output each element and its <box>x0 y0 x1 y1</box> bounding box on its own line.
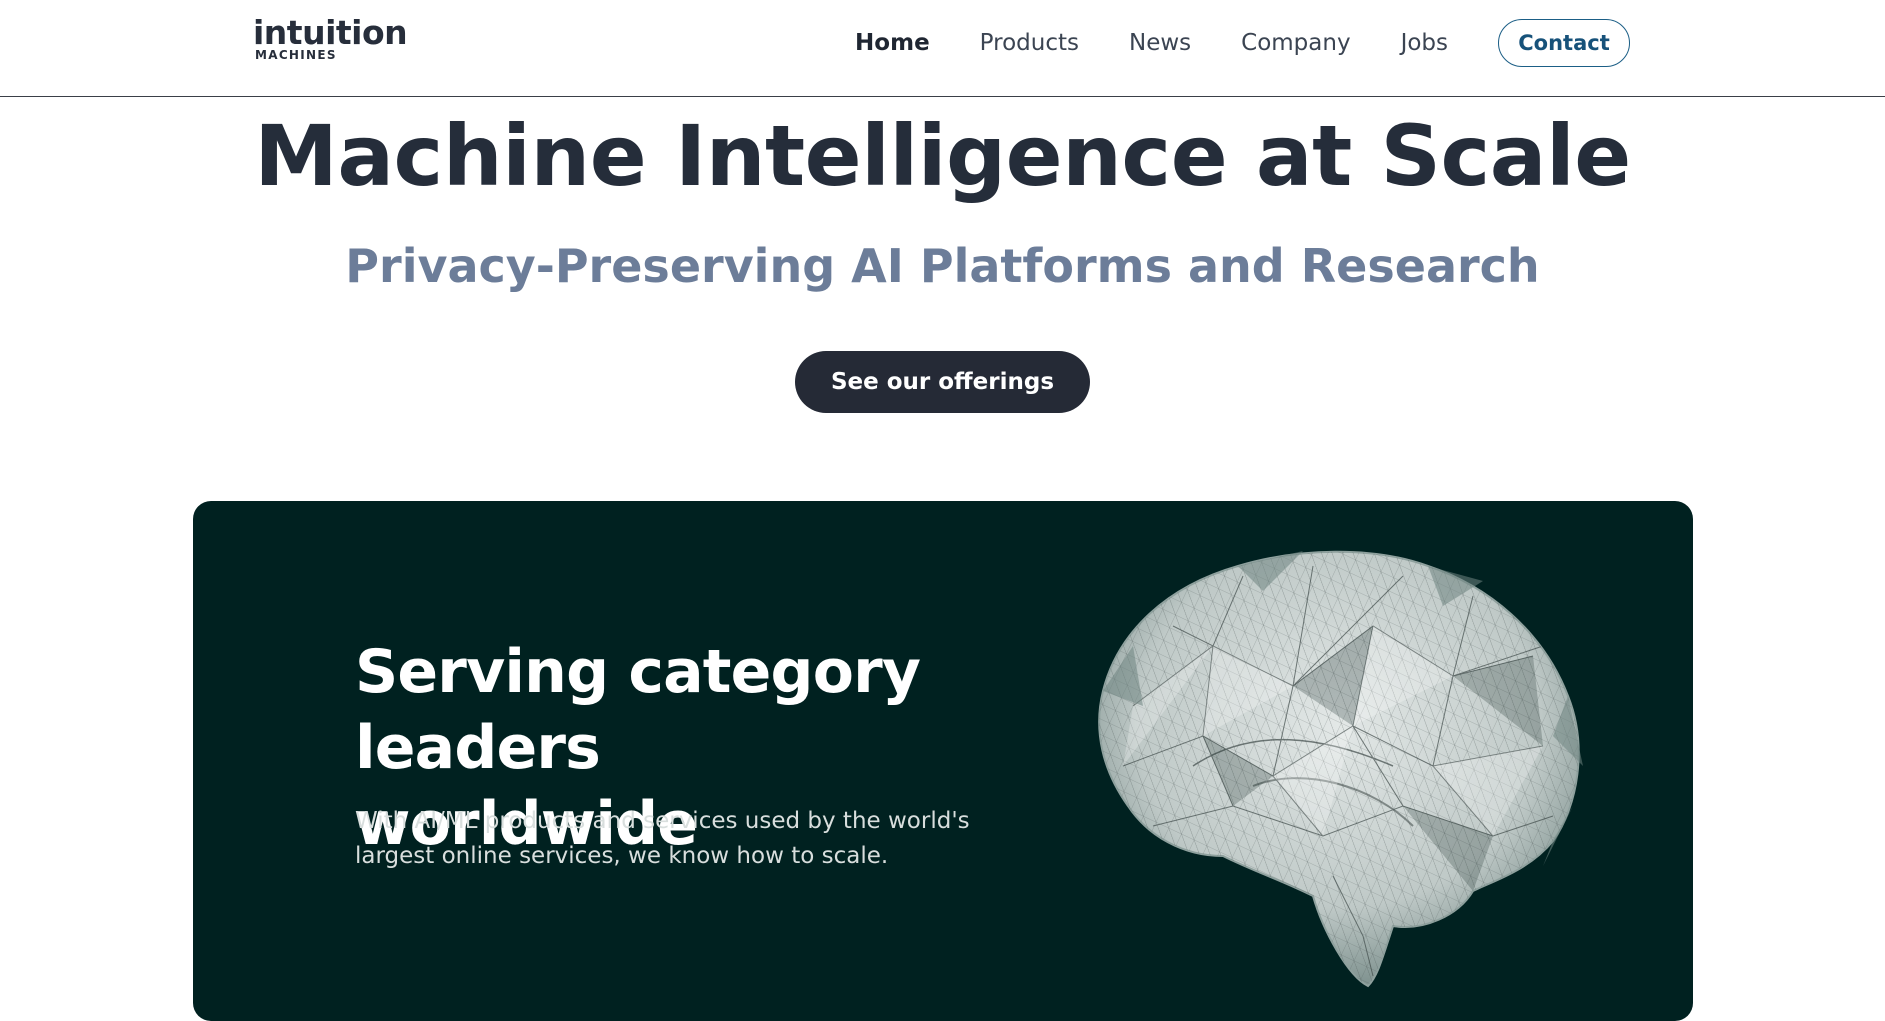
logo-wordmark: intuition <box>253 13 408 52</box>
intuition-machines-logo[interactable]: intuition MACHINES <box>253 13 408 62</box>
feature-description: With AI/ML products and services used by… <box>355 804 975 874</box>
top-navigation-bar: intuition MACHINES Home Products News Co… <box>0 0 1885 97</box>
wireframe-brain-image <box>1098 550 1583 988</box>
brain-shape <box>1098 550 1583 988</box>
feature-heading-line-1: Serving category <box>355 637 921 707</box>
nav-link-home[interactable]: Home <box>855 30 930 56</box>
nav-link-company[interactable]: Company <box>1241 30 1350 56</box>
main-nav: Home Products News Company Jobs Contact <box>805 19 1630 67</box>
contact-button[interactable]: Contact <box>1498 19 1630 67</box>
hero-subtitle: Privacy-Preserving AI Platforms and Rese… <box>345 239 1540 293</box>
see-offerings-button[interactable]: See our offerings <box>795 351 1090 413</box>
feature-description-line-1: With AI/ML products and services used by… <box>355 808 970 834</box>
nav-link-news[interactable]: News <box>1129 30 1191 56</box>
nav-link-products[interactable]: Products <box>980 30 1079 56</box>
feature-description-line-2: largest online services, we know how to … <box>355 843 889 869</box>
feature-card: Serving category leaders worldwide With … <box>193 501 1693 1021</box>
nav-link-jobs[interactable]: Jobs <box>1401 30 1448 56</box>
hero-title: Machine Intelligence at Scale <box>254 107 1631 205</box>
